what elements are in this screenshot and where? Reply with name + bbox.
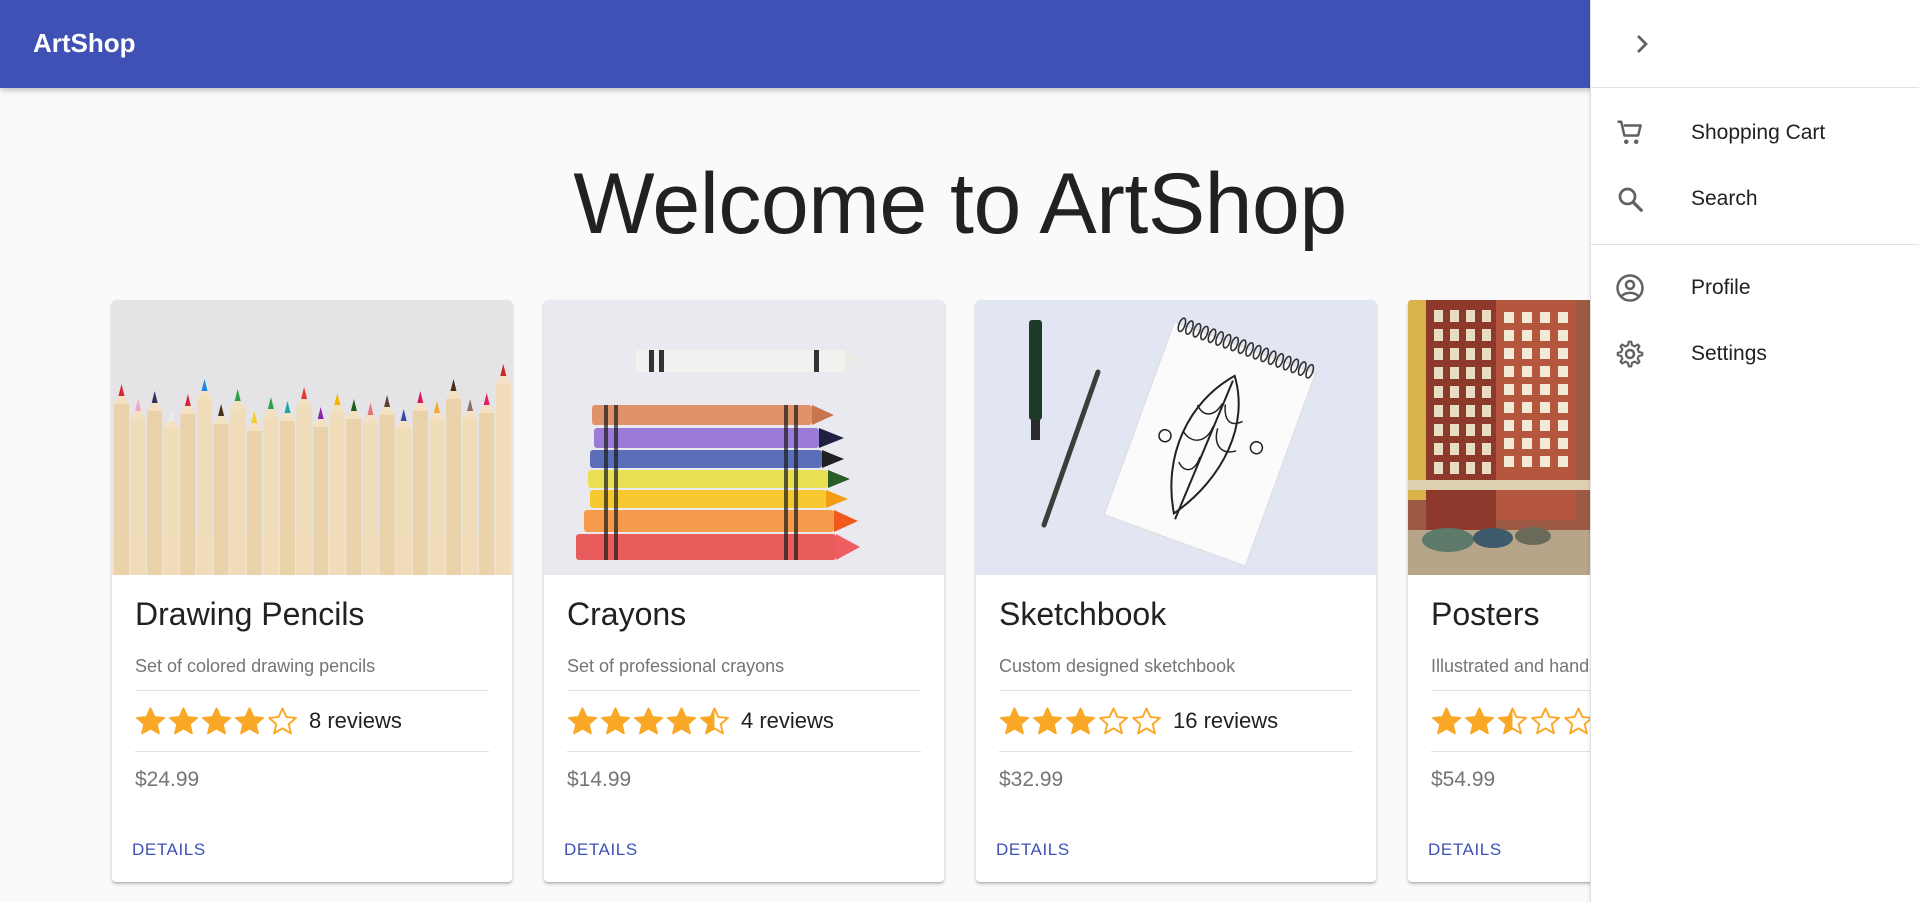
star-full-icon bbox=[169, 706, 198, 734]
product-title: Crayons bbox=[567, 596, 687, 632]
star-empty-icon bbox=[1531, 706, 1560, 734]
product-image-posters bbox=[1408, 300, 1590, 575]
star-full-icon bbox=[1432, 706, 1461, 734]
product-price: $14.99 bbox=[567, 768, 632, 791]
product-title: Sketchbook bbox=[999, 596, 1167, 632]
product-rating: 16 reviews bbox=[998, 703, 1278, 739]
product-description: Illustrated and handmade posters bbox=[1431, 656, 1590, 676]
star-full-icon bbox=[634, 706, 663, 734]
main-content: Welcome to ArtShop Drawing Pencils Set o… bbox=[0, 88, 1590, 902]
star-full-icon bbox=[202, 706, 231, 734]
side-drawer: Shopping Cart Search Profile Settings bbox=[1590, 0, 1919, 902]
product-description: Custom designed sketchbook bbox=[999, 656, 1236, 676]
drawer-item-label: Profile bbox=[1691, 276, 1751, 299]
star-full-icon bbox=[601, 706, 630, 734]
divider bbox=[999, 690, 1353, 691]
drawer-item-shopping-cart[interactable]: Shopping Cart bbox=[1591, 102, 1919, 162]
product-rating: 8 reviews bbox=[134, 703, 402, 739]
drawer-header bbox=[1591, 0, 1919, 88]
details-button[interactable]: DETAILS bbox=[1428, 840, 1502, 860]
product-rating: 4 reviews bbox=[566, 703, 834, 739]
product-card: Crayons Set of professional crayons 4 re… bbox=[544, 300, 944, 882]
page-title: Welcome to ArtShop bbox=[573, 156, 1347, 252]
star-full-icon bbox=[235, 706, 264, 734]
product-description: Set of professional crayons bbox=[567, 656, 785, 676]
star-full-icon bbox=[1465, 706, 1494, 734]
product-rating bbox=[1430, 703, 1590, 739]
product-image-pencils bbox=[112, 300, 512, 575]
star-rating bbox=[1430, 705, 1590, 738]
chevron-right-icon[interactable] bbox=[1626, 28, 1658, 60]
cart-icon bbox=[1617, 120, 1642, 144]
product-image-crayons bbox=[544, 300, 944, 575]
details-button[interactable]: DETAILS bbox=[132, 840, 206, 860]
drawer-item-label: Settings bbox=[1691, 342, 1767, 365]
star-empty-icon bbox=[1132, 706, 1161, 734]
product-image-sketchbook bbox=[976, 300, 1376, 575]
divider bbox=[135, 690, 489, 691]
gear-icon bbox=[1616, 340, 1644, 368]
product-card: Sketchbook Custom designed sketchbook 16… bbox=[976, 300, 1376, 882]
star-full-icon bbox=[1033, 706, 1062, 734]
product-price: $32.99 bbox=[999, 768, 1064, 791]
search-icon bbox=[1618, 187, 1643, 212]
account-circle-icon bbox=[1616, 274, 1644, 302]
review-count: 4 reviews bbox=[741, 708, 834, 733]
review-count: 8 reviews bbox=[309, 708, 402, 733]
divider bbox=[999, 751, 1353, 752]
divider bbox=[1431, 751, 1590, 752]
app-title[interactable]: ArtShop bbox=[33, 28, 136, 59]
drawer-item-label: Shopping Cart bbox=[1691, 121, 1826, 144]
divider bbox=[567, 690, 921, 691]
product-price: $24.99 bbox=[135, 768, 200, 791]
star-full-icon bbox=[667, 706, 696, 734]
details-button[interactable]: DETAILS bbox=[996, 840, 1070, 860]
product-title: Drawing Pencils bbox=[135, 596, 365, 632]
star-full-icon bbox=[1000, 706, 1029, 734]
drawer-item-settings[interactable]: Settings bbox=[1591, 323, 1919, 383]
product-card: Drawing Pencils Set of colored drawing p… bbox=[112, 300, 512, 882]
star-half-icon bbox=[1498, 706, 1527, 734]
details-button[interactable]: DETAILS bbox=[564, 840, 638, 860]
divider bbox=[567, 751, 921, 752]
product-description: Set of colored drawing pencils bbox=[135, 656, 376, 676]
product-price: $54.99 bbox=[1431, 768, 1496, 791]
star-rating bbox=[134, 705, 299, 738]
star-full-icon bbox=[568, 706, 597, 734]
star-rating bbox=[998, 705, 1163, 738]
star-full-icon bbox=[1066, 706, 1095, 734]
star-rating bbox=[566, 705, 731, 738]
star-empty-icon bbox=[1099, 706, 1128, 734]
drawer-item-search[interactable]: Search bbox=[1591, 168, 1919, 228]
star-half-icon bbox=[700, 706, 729, 734]
product-card: Posters Illustrated and handmade posters… bbox=[1408, 300, 1590, 882]
review-count: 16 reviews bbox=[1173, 708, 1279, 733]
divider bbox=[135, 751, 489, 752]
star-full-icon bbox=[136, 706, 165, 734]
star-empty-icon bbox=[268, 706, 297, 734]
star-empty-icon bbox=[1564, 706, 1590, 734]
divider bbox=[1431, 690, 1590, 691]
product-title: Posters bbox=[1431, 596, 1540, 632]
drawer-item-label: Search bbox=[1691, 187, 1758, 210]
drawer-divider bbox=[1591, 244, 1919, 245]
drawer-item-profile[interactable]: Profile bbox=[1591, 257, 1919, 317]
